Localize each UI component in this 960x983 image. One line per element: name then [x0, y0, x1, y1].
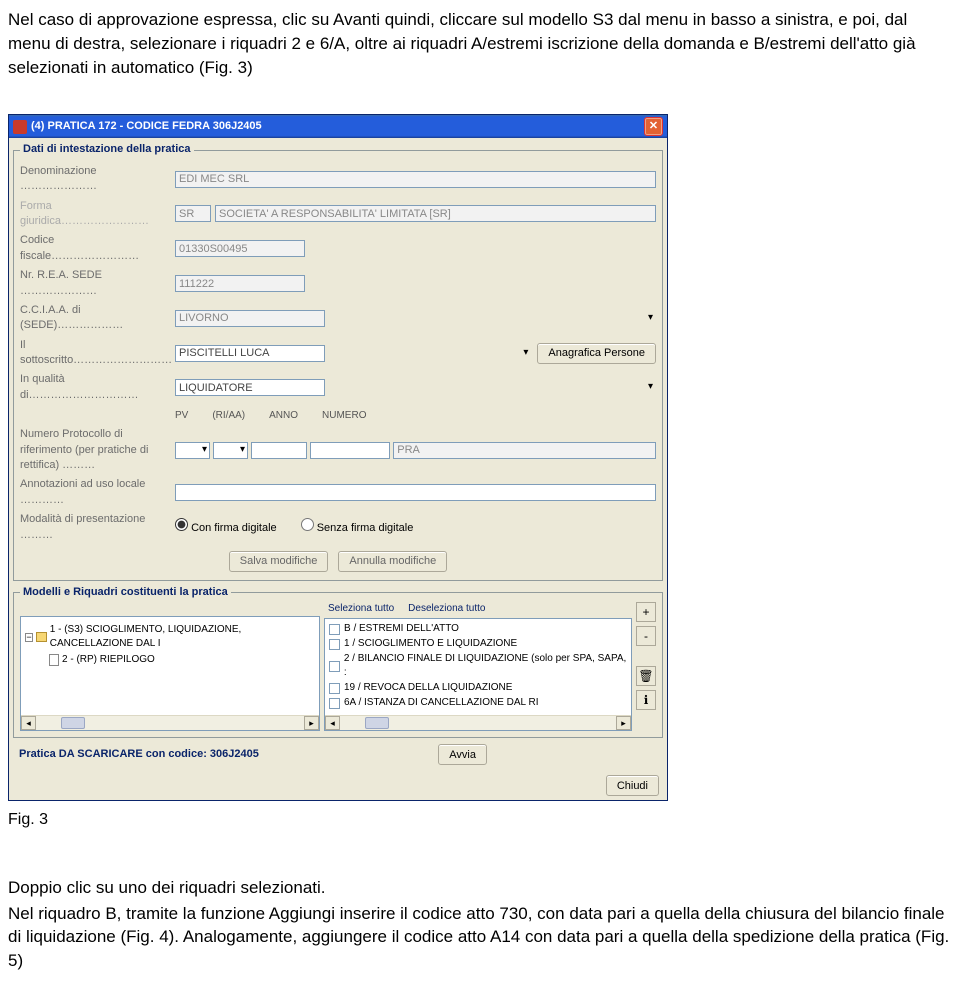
add-button[interactable]: +: [636, 602, 656, 622]
annulla-button[interactable]: Annulla modifiche: [338, 551, 447, 572]
input-proto-pra[interactable]: [393, 442, 656, 459]
h-scrollbar-list[interactable]: ◂ ▸: [325, 715, 631, 730]
scroll-right-icon[interactable]: ▸: [304, 716, 319, 730]
input-ccia[interactable]: [175, 310, 325, 327]
proto-headers: PV (RI/AA) ANNO NUMERO: [175, 409, 656, 423]
app-icon: [13, 120, 27, 134]
scroll-left-icon[interactable]: ◂: [325, 716, 340, 730]
checkbox-icon[interactable]: [329, 639, 340, 650]
list-item[interactable]: 1 / SCIOGLIMENTO E LIQUIDAZIONE: [329, 637, 627, 651]
scroll-thumb[interactable]: [365, 717, 389, 729]
group-intestazione: Dati di intestazione della pratica Denom…: [13, 142, 663, 581]
radio-con-firma[interactable]: Con firma digitale: [175, 518, 277, 536]
label-sottoscritto: Il sottoscritto………………………: [20, 338, 175, 369]
riquadri-list: B / ESTREMI DELL'ATTO 1 / SCIOGLIMENTO E…: [324, 618, 632, 731]
legend-intestazione: Dati di intestazione della pratica: [20, 142, 194, 157]
label-qualita: In qualità di…………………………: [20, 372, 175, 403]
checkbox-icon[interactable]: [329, 683, 340, 694]
checkbox-icon[interactable]: [329, 661, 340, 672]
folder-icon: [36, 632, 47, 642]
scroll-left-icon[interactable]: ◂: [21, 716, 36, 730]
label-denominazione: Denominazione …………………: [20, 164, 175, 195]
legend-modelli: Modelli e Riquadri costituenti la pratic…: [20, 585, 231, 600]
tree-panel: − 1 - (S3) SCIOGLIMENTO, LIQUIDAZIONE, C…: [20, 616, 320, 731]
list-item[interactable]: 19 / REVOCA DELLA LIQUIDAZIONE: [329, 681, 627, 695]
label-annotazioni: Annotazioni ad uso locale …………: [20, 477, 175, 508]
select-all-link[interactable]: Seleziona tutto: [328, 602, 394, 616]
label-forma: Forma giuridica……………………: [20, 199, 175, 230]
outro-paragraph: Doppio clic su uno dei riquadri selezion…: [8, 876, 952, 973]
checkbox-icon[interactable]: [329, 624, 340, 635]
anagrafica-button[interactable]: Anagrafica Persone: [537, 343, 656, 364]
window-title: (4) PRATICA 172 - CODICE FEDRA 306J2405: [31, 119, 262, 134]
input-forma-code[interactable]: [175, 205, 211, 222]
input-forma-desc[interactable]: [215, 205, 656, 222]
checkbox-icon[interactable]: [329, 698, 340, 709]
h-scrollbar[interactable]: ◂ ▸: [21, 715, 319, 730]
figure-label: Fig. 3: [8, 809, 952, 831]
list-item[interactable]: 2 / BILANCIO FINALE DI LIQUIDAZIONE (sol…: [329, 652, 627, 680]
radio-senza-firma[interactable]: Senza firma digitale: [301, 518, 414, 536]
avvia-button[interactable]: Avvia: [438, 744, 487, 765]
tree-item-s3[interactable]: − 1 - (S3) SCIOGLIMENTO, LIQUIDAZIONE, C…: [25, 623, 315, 651]
salva-button[interactable]: Salva modifiche: [229, 551, 329, 572]
app-window: (4) PRATICA 172 - CODICE FEDRA 306J2405 …: [8, 114, 668, 801]
chiudi-button[interactable]: Chiudi: [606, 775, 659, 796]
scroll-thumb[interactable]: [61, 717, 85, 729]
group-modelli: Modelli e Riquadri costituenti la pratic…: [13, 585, 663, 738]
titlebar[interactable]: (4) PRATICA 172 - CODICE FEDRA 306J2405 …: [9, 115, 667, 138]
info-icon[interactable]: ℹ: [636, 690, 656, 710]
tree-item-rp[interactable]: 2 - (RP) RIEPILOGO: [49, 653, 315, 667]
input-codfisc[interactable]: [175, 240, 305, 257]
deselect-all-link[interactable]: Deseleziona tutto: [408, 602, 485, 616]
label-codfisc: Codice fiscale……………………: [20, 233, 175, 264]
scroll-right-icon[interactable]: ▸: [616, 716, 631, 730]
input-proto-num[interactable]: [310, 442, 390, 459]
input-rea[interactable]: [175, 275, 305, 292]
remove-button[interactable]: -: [636, 626, 656, 646]
pratica-code-label: Pratica DA SCARICARE con codice: 306J240…: [19, 747, 259, 762]
list-item[interactable]: B / ESTREMI DELL'ATTO: [329, 622, 627, 636]
input-proto-pv[interactable]: [175, 442, 210, 459]
input-proto-ri[interactable]: [213, 442, 248, 459]
input-denominazione[interactable]: [175, 171, 656, 188]
label-protocollo: Numero Protocollo di riferimento (per pr…: [20, 427, 175, 473]
side-buttons: + - 🗑 ℹ: [636, 602, 656, 731]
input-sottoscritto[interactable]: [175, 345, 325, 362]
label-presentazione: Modalità di presentazione ………: [20, 512, 175, 543]
file-icon: [49, 654, 59, 666]
list-item[interactable]: 6A / ISTANZA DI CANCELLAZIONE DAL RI: [329, 696, 627, 710]
input-qualita[interactable]: [175, 379, 325, 396]
label-rea: Nr. R.E.A. SEDE …………………: [20, 268, 175, 299]
intro-paragraph: Nel caso di approvazione espressa, clic …: [8, 8, 952, 79]
input-proto-anno[interactable]: [251, 442, 307, 459]
trash-icon[interactable]: 🗑: [636, 666, 656, 686]
input-annotazioni[interactable]: [175, 484, 656, 501]
label-ccia: C.C.I.A.A. di (SEDE)………………: [20, 303, 175, 334]
minus-icon[interactable]: −: [25, 633, 33, 642]
close-icon[interactable]: ✕: [644, 117, 663, 136]
